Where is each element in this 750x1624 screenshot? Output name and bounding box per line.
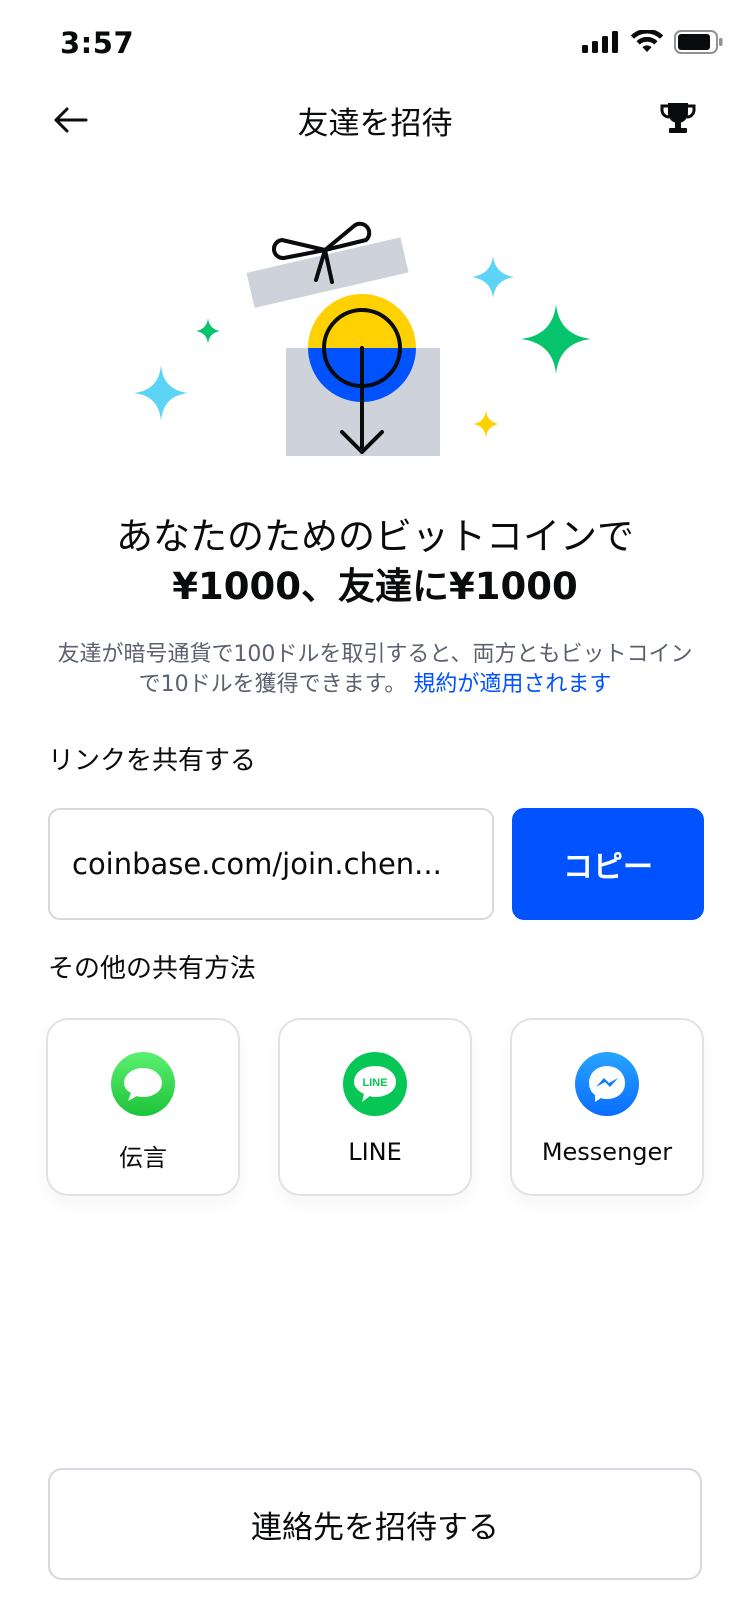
wifi-icon [630, 30, 664, 52]
referral-link-value: coinbase.com/join.chen... [72, 847, 442, 881]
messenger-icon [575, 1052, 639, 1116]
other-share-label: その他の共有方法 [48, 954, 257, 984]
gift-illustration [130, 210, 610, 480]
share-line-button[interactable]: LINE LINE [278, 1018, 472, 1196]
rewards-button[interactable] [658, 98, 698, 138]
sparkle-icon [196, 318, 220, 344]
battery-icon [674, 30, 723, 54]
sparkle-icon [473, 410, 499, 438]
sparkle-icon [521, 304, 591, 374]
navigation-bar: 友達を招待 [0, 88, 750, 152]
reward-description: 友達が暗号通貨で100ドルを取引すると、両方ともビットコインで10ドルを獲得でき… [50, 640, 700, 700]
share-link-label: リンクを共有する [48, 746, 257, 776]
headline-line-2: ¥1000、友達に¥1000 [172, 565, 578, 608]
invite-contacts-button[interactable]: 連絡先を招待する [48, 1468, 702, 1580]
referral-link-field[interactable]: coinbase.com/join.chen... [48, 808, 494, 920]
reward-headline: あなたのためのビットコインで ¥1000、友達に¥1000 [40, 512, 710, 612]
svg-text:LINE: LINE [362, 1077, 387, 1089]
headline-line-1: あなたのためのビットコインで [116, 515, 634, 558]
share-option-label: Messenger [541, 1138, 673, 1166]
share-option-label: LINE [348, 1138, 402, 1166]
status-time: 3:57 [60, 26, 135, 60]
sparkle-icon [134, 365, 188, 421]
messages-icon [111, 1052, 175, 1116]
status-bar: 3:57 [0, 0, 750, 88]
cellular-signal-icon [582, 31, 618, 53]
page-title: 友達を招待 [297, 106, 453, 142]
share-messages-button[interactable]: 伝言 [46, 1018, 240, 1196]
copy-button[interactable]: コピー [512, 808, 704, 920]
trophy-icon [660, 103, 696, 133]
share-option-label: 伝言 [119, 1144, 167, 1172]
terms-link[interactable]: 規約が適用されます [413, 672, 611, 697]
status-icons [582, 30, 724, 54]
sparkle-icon [472, 256, 514, 298]
line-icon: LINE [343, 1052, 407, 1116]
share-messenger-button[interactable]: Messenger [510, 1018, 704, 1196]
